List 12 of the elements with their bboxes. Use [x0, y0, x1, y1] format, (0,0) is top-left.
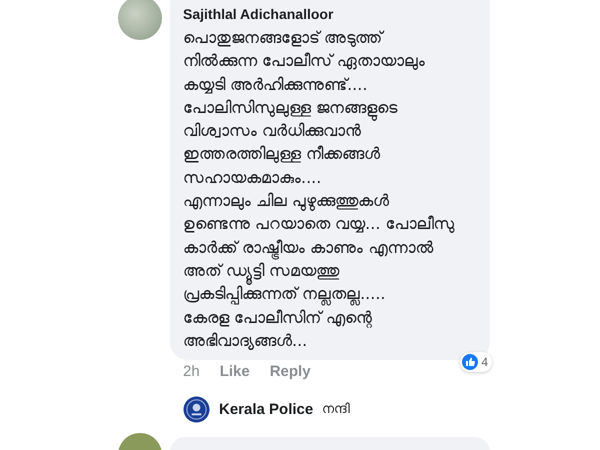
- reply-text: നന്ദി: [322, 402, 350, 418]
- reply-author[interactable]: Kerala Police: [219, 401, 314, 418]
- action-link[interactable]: Reply: [270, 363, 311, 380]
- avatar[interactable]: [118, 0, 162, 40]
- reaction-badge[interactable]: 4: [460, 352, 492, 372]
- comment-text: പൊതുജനങ്ങളോട് അടുത്ത് നിൽക്കുന്ന പോലീസ് ഏതായാലും കയ്യടി അർഹിക്കുന്നുണ്ട്.... പോലിസിസുലുള്ള ജനങ്ങളുടെ വിശ്വാസം വർധിക്കുവാൻ ഇത്തരത്തിലുള്ള നീക്കങ്ങൾ സഹായകമാകും.... എന്നാലും ചില പുഴുക്കുത്തുകൾ ഉണ്ടെന്നു പറയാതെ വയ്യ... പോലീസു കാർക്ക് രാഷ്ട്രീയം കാണും എന്നാൽ അത് ഡ്യൂട്ടി സമയത്തു പ്രകടിപ്പിക്കുന്നത് നല്ലതല്ല..... കേരള പോലീസിന് എന്റെ അഭിവാദ്യങ്ങൾ...: [183, 27, 456, 352]
- emblem-avatar[interactable]: [183, 396, 210, 424]
- action-link[interactable]: Like: [220, 363, 250, 380]
- like-icon: [462, 354, 478, 370]
- reaction-count: 4: [481, 355, 488, 370]
- author-name[interactable]: Sajithlal Adichanalloor: [183, 6, 334, 22]
- comment-time: 2h: [183, 363, 200, 380]
